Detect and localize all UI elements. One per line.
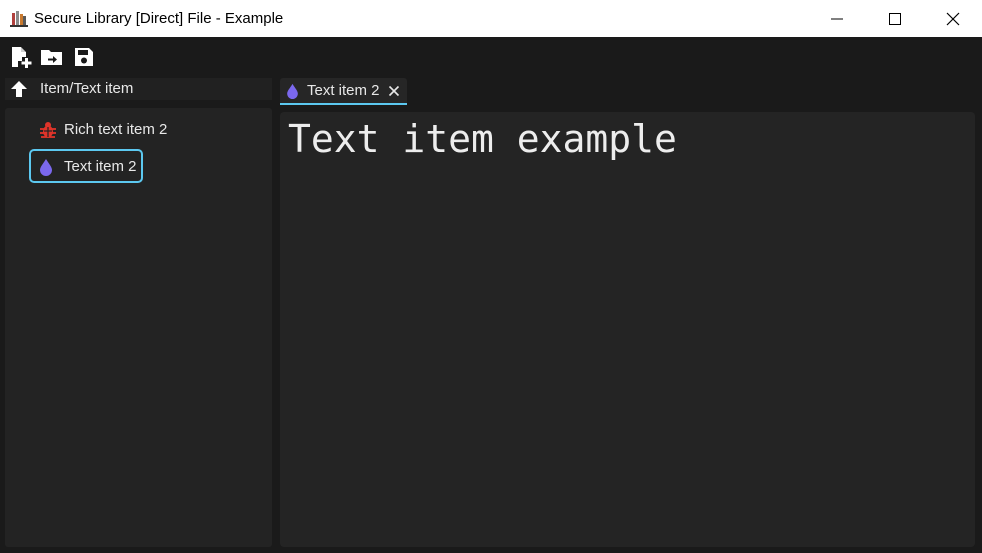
tree-item-rich-text[interactable]: Rich text item 2 [30,113,180,147]
tree-item-text-selected[interactable]: Text item 2 [29,149,143,183]
title-bar: Secure Library [Direct] File - Example [0,0,982,37]
toolbar [0,37,982,75]
tab-text-item-2[interactable]: Text item 2 [280,78,407,105]
open-folder-icon [41,50,62,65]
bug-icon [39,121,57,143]
window-title: Secure Library [Direct] File - Example [34,10,284,27]
new-file-button[interactable] [9,45,33,69]
tree-item-label: Rich text item 2 [64,121,168,138]
minimize-button[interactable] [808,0,866,37]
tab-label: Text item 2 [307,82,380,99]
close-icon [946,12,960,26]
open-file-button[interactable] [40,45,64,69]
new-file-icon [12,47,32,68]
drop-icon [286,83,299,104]
maximize-icon [889,13,901,25]
close-window-button[interactable] [924,0,982,37]
tree-item-label: Text item 2 [64,158,137,175]
text-editor[interactable]: Text item example [280,112,975,547]
path-bar: Item/Text item [5,78,272,100]
up-arrow-icon[interactable] [10,80,28,103]
minimize-icon [831,18,843,20]
maximize-button[interactable] [866,0,924,37]
tab-close-icon[interactable] [388,84,400,97]
item-tree: Rich text item 2 Text item 2 [5,108,272,547]
app-icon [10,10,28,27]
drop-icon [39,158,53,180]
path-label: Item/Text item [40,80,134,97]
save-button[interactable] [72,45,96,69]
editor-content[interactable]: Text item example [288,116,677,162]
save-icon [75,48,93,66]
